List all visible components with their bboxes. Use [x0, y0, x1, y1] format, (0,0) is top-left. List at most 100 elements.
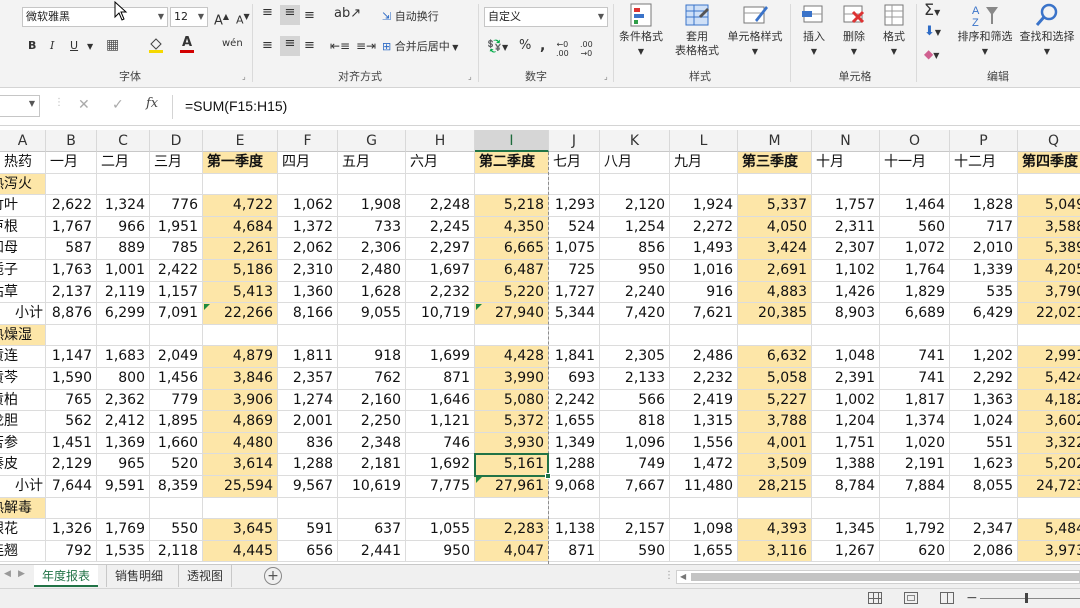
table-cell[interactable]	[475, 173, 549, 196]
table-cell[interactable]	[338, 497, 406, 520]
table-cell[interactable]	[97, 173, 150, 196]
table-cell[interactable]: 871	[549, 540, 600, 563]
find-select-button[interactable]: 查找和选择 ▼	[1016, 2, 1078, 59]
header-cell[interactable]: 五月	[338, 152, 406, 174]
table-cell[interactable]: 1,924	[670, 195, 738, 217]
add-sheet-icon[interactable]: +	[264, 567, 282, 585]
table-cell[interactable]: 1,456	[150, 368, 203, 390]
column-header-g[interactable]: G	[338, 130, 406, 152]
table-cell[interactable]: 2,137	[46, 281, 97, 304]
table-cell[interactable]	[406, 324, 475, 347]
column-header-l[interactable]: L	[670, 130, 738, 152]
header-cell[interactable]: 八月	[600, 152, 670, 174]
insert-button[interactable]: 插入 ▼	[796, 2, 832, 59]
underline-button[interactable]: U	[70, 38, 78, 54]
increase-font-icon[interactable]: A▲	[214, 9, 229, 29]
table-cell[interactable]: 1,769	[97, 519, 150, 541]
subtotal-cell[interactable]: 9,567	[278, 476, 338, 498]
sheet-tab-pivot[interactable]: 透视图	[178, 565, 233, 587]
table-cell[interactable]: 2,062	[278, 238, 338, 260]
header-cell[interactable]: 九月	[670, 152, 738, 174]
table-cell[interactable]: 1,757	[812, 195, 880, 217]
number-format-combo[interactable]: 自定义 ▼	[484, 7, 608, 27]
table-cell[interactable]: 2,119	[97, 281, 150, 304]
tab-split-handle[interactable]: ⋮	[664, 570, 674, 581]
subtotal-cell[interactable]: 25,594	[203, 476, 278, 498]
subtotal-cell[interactable]: 7,621	[670, 303, 738, 325]
spreadsheet-grid[interactable]: A B C D E F G H I J K L M N O P Q 热药 一月 二月 三月 第一季度 四月 五月 六月 第二季度七…	[0, 130, 1080, 564]
section-label[interactable]: 热泻火	[0, 173, 46, 196]
section-label[interactable]: 热燥湿	[0, 324, 46, 347]
table-cell[interactable]: 5,220	[475, 281, 549, 304]
table-cell[interactable]: 1,315	[670, 411, 738, 433]
subtotal-cell[interactable]: 5,344	[549, 303, 600, 325]
column-header-d[interactable]: D	[150, 130, 203, 152]
table-cell[interactable]: 2,348	[338, 432, 406, 455]
table-cell[interactable]: 1,096	[600, 432, 670, 455]
table-cell[interactable]	[738, 173, 812, 196]
table-cell[interactable]: 1,002	[812, 389, 880, 412]
sheet-tab-sales-detail[interactable]: 销售明细	[106, 565, 171, 587]
table-cell[interactable]: 1,072	[880, 238, 950, 260]
table-cell[interactable]: 2,622	[46, 195, 97, 217]
row-label[interactable]: 龙胆	[0, 411, 46, 433]
table-cell[interactable]: 871	[406, 368, 475, 390]
normal-view-icon[interactable]	[868, 592, 882, 604]
subtotal-cell[interactable]: 10,619	[338, 476, 406, 498]
table-cell[interactable]: 2,010	[950, 238, 1018, 260]
comma-style-icon[interactable]: ,	[540, 38, 545, 54]
header-cell[interactable]: 二月	[97, 152, 150, 174]
table-cell[interactable]	[203, 497, 278, 520]
table-cell[interactable]	[278, 324, 338, 347]
table-cell[interactable]: 2,191	[880, 454, 950, 476]
formula-input[interactable]: =SUM(F15:H15)	[172, 95, 1080, 119]
table-cell[interactable]	[203, 324, 278, 347]
table-cell[interactable]: 590	[600, 540, 670, 563]
table-cell[interactable]: 1,267	[812, 540, 880, 563]
table-cell[interactable]: 5,227	[738, 389, 812, 412]
table-cell[interactable]: 5,413	[203, 281, 278, 304]
table-cell[interactable]: 4,480	[203, 432, 278, 455]
table-cell[interactable]: 637	[338, 519, 406, 541]
table-cell[interactable]: 2,242	[549, 389, 600, 412]
tab-scroll-next-icon[interactable]: ▶	[18, 569, 25, 579]
table-cell[interactable]: 4,869	[203, 411, 278, 433]
table-cell[interactable]: 3,116	[738, 540, 812, 563]
column-header-i[interactable]: I	[475, 130, 549, 152]
row-label[interactable]: 枯草	[0, 281, 46, 304]
table-cell[interactable]	[600, 173, 670, 196]
table-cell[interactable]	[150, 497, 203, 520]
table-cell[interactable]	[203, 173, 278, 196]
table-cell[interactable]: 1,024	[950, 411, 1018, 433]
border-icon[interactable]: ▦	[106, 37, 119, 53]
subtotal-cell[interactable]: 28,215	[738, 476, 812, 498]
table-cell[interactable]: 2,419	[670, 389, 738, 412]
table-cell[interactable]: 693	[549, 368, 600, 390]
table-cell[interactable]: 2,391	[812, 368, 880, 390]
table-cell[interactable]: 5,202	[1018, 454, 1080, 476]
table-cell[interactable]: 2,272	[670, 216, 738, 239]
row-label[interactable]: 竹叶	[0, 195, 46, 217]
underline-dropdown-icon[interactable]: ▼	[87, 39, 93, 55]
table-cell[interactable]: 2,001	[278, 411, 338, 433]
italic-button[interactable]: I	[50, 38, 54, 54]
header-cell[interactable]: 第四季度	[1018, 152, 1080, 174]
section-label[interactable]: 热解毒	[0, 497, 46, 520]
table-cell[interactable]	[880, 324, 950, 347]
table-cell[interactable]: 1,345	[812, 519, 880, 541]
column-header-o[interactable]: O	[880, 130, 950, 152]
align-bottom-icon[interactable]: ≡	[304, 8, 315, 24]
table-cell[interactable]: 3,645	[203, 519, 278, 541]
table-cell[interactable]: 2,486	[670, 346, 738, 368]
table-cell[interactable]: 2,160	[338, 389, 406, 412]
table-cell[interactable]: 749	[600, 454, 670, 476]
table-cell[interactable]: 2,157	[600, 519, 670, 541]
table-cell[interactable]: 950	[600, 260, 670, 282]
table-cell[interactable]: 916	[670, 281, 738, 304]
subtotal-cell[interactable]: 20,385	[738, 303, 812, 325]
column-header-p[interactable]: P	[950, 130, 1018, 152]
table-cell[interactable]: 3,322	[1018, 432, 1080, 455]
header-cell[interactable]: 一月	[46, 152, 97, 174]
table-cell[interactable]: 2,292	[950, 368, 1018, 390]
row-label[interactable]: 黄连	[0, 346, 46, 368]
